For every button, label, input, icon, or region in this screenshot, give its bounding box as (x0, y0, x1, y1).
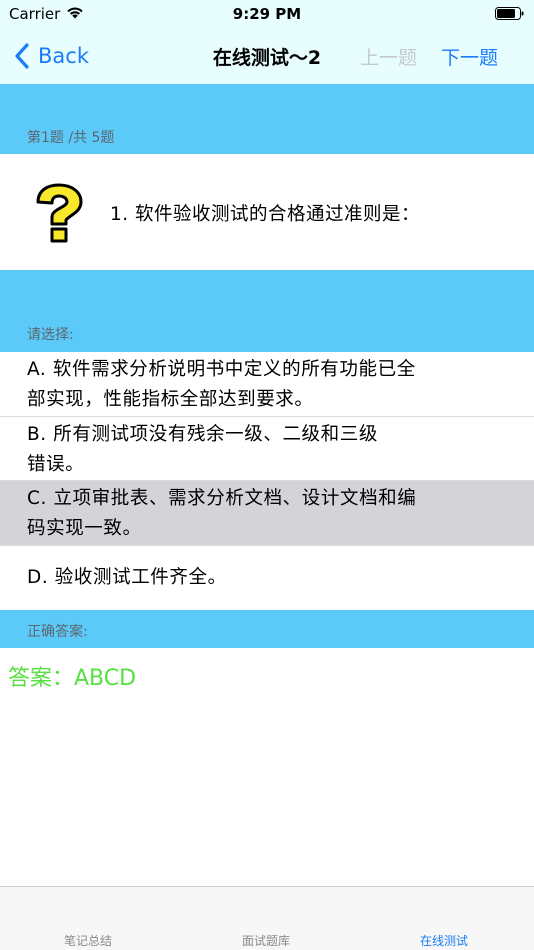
tab-online-test[interactable]: 在线测试 (384, 932, 504, 949)
option-b-line2: 错误。 (27, 454, 85, 475)
question-progress: 第1题 /共 5题 (27, 130, 115, 146)
option-c-line1: C. 立项审批表、需求分析文档、设计文档和编 (27, 488, 417, 509)
tab-bar: 笔记总结 面试题库 在线测试 (0, 886, 534, 950)
options-label: 请选择: (27, 327, 74, 343)
nav-bar: Back 在线测试～2 上一题 下一题 (0, 28, 534, 84)
prev-question-button[interactable]: 上一题 (360, 43, 417, 70)
options-header-band: 请选择: (0, 270, 534, 352)
option-c[interactable]: C. 立项审批表、需求分析文档、设计文档和编 码实现一致。 (0, 481, 534, 546)
correct-answer: 答案：ABCD (8, 666, 137, 691)
option-b-line1: B. 所有测试项没有残余一级、二级和三级 (27, 424, 378, 445)
status-bar: Carrier 9:29 PM (0, 0, 534, 28)
option-a[interactable]: A. 软件需求分析说明书中定义的所有功能已全 部实现，性能指标全部达到要求。 (0, 352, 534, 417)
option-a-line1: A. 软件需求分析说明书中定义的所有功能已全 (27, 359, 416, 380)
question-row: 1. 软件验收测试的合格通过准则是： (0, 154, 534, 270)
status-time: 9:29 PM (232, 5, 302, 23)
option-d[interactable]: D. 验收测试工件齐全。 (0, 546, 534, 610)
screen: Carrier 9:29 PM Back 在线测试～2 上一题 下一题 第1题 … (0, 0, 534, 950)
answer-label: 正确答案: (27, 624, 88, 640)
question-mark-icon (36, 183, 83, 243)
tab-interview-questions[interactable]: 面试题库 (206, 932, 326, 949)
question-header-band: 第1题 /共 5题 (0, 84, 534, 154)
tab-notes[interactable]: 笔记总结 (28, 932, 148, 949)
option-b[interactable]: B. 所有测试项没有残余一级、二级和三级 错误。 (0, 417, 534, 481)
option-c-line2: 码实现一致。 (27, 518, 142, 539)
answer-header-band: 正确答案: (0, 610, 534, 648)
next-question-button[interactable]: 下一题 (441, 43, 498, 70)
battery-icon (495, 7, 524, 20)
question-text: 1. 软件验收测试的合格通过准则是： (110, 204, 421, 225)
option-d-line1: D. 验收测试工件齐全。 (27, 567, 227, 588)
option-a-line2: 部实现，性能指标全部达到要求。 (27, 389, 314, 410)
